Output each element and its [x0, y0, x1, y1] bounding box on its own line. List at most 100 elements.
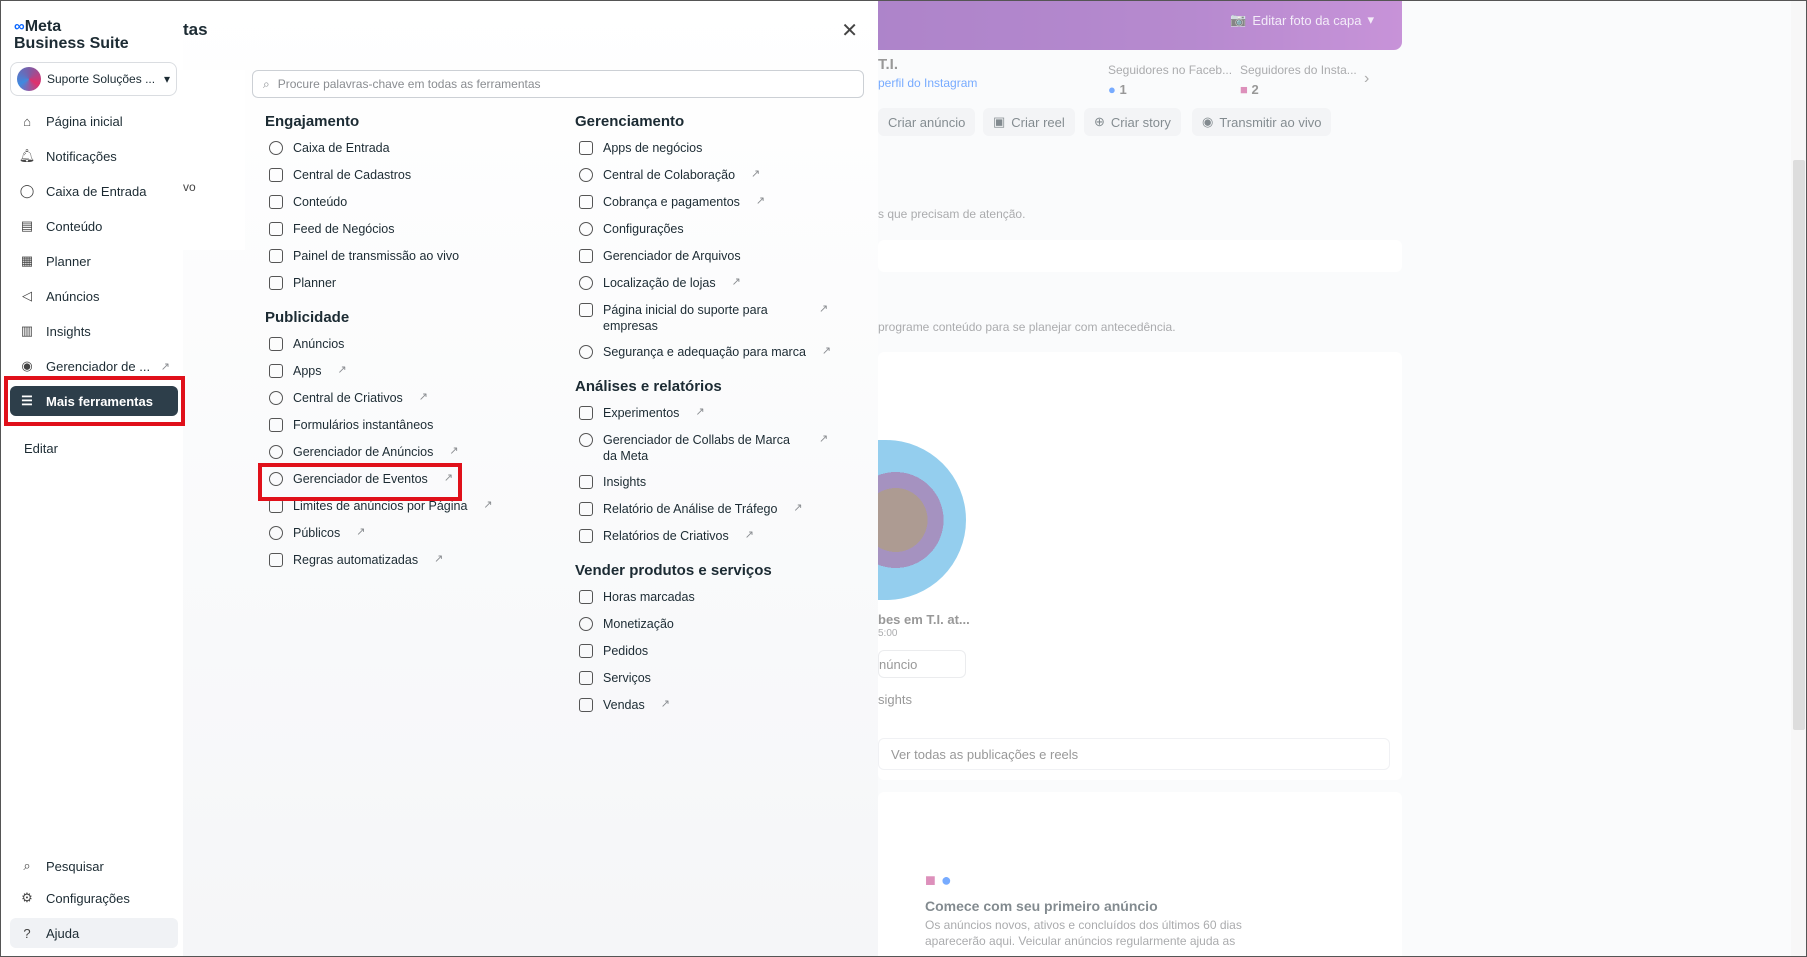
- sidebar-edit[interactable]: Editar: [16, 433, 184, 463]
- external-link-icon: ↗: [731, 276, 741, 288]
- meta-infinity-icon: ∞: [14, 18, 25, 35]
- support-shield-icon: [579, 303, 593, 317]
- close-icon[interactable]: ✕: [841, 18, 858, 43]
- sidebar-item-inbox[interactable]: ◯ Caixa de Entrada: [10, 176, 178, 206]
- bell-icon: [579, 671, 593, 685]
- tool-insights[interactable]: Insights: [575, 474, 845, 501]
- ads-manager-icon: ◉: [21, 358, 33, 373]
- tool-limites-de-anuncios[interactable]: Limites de anúncios por Página ↗: [265, 498, 545, 525]
- external-link-icon: ↗: [356, 526, 366, 538]
- cube-icon: [579, 141, 593, 155]
- tool-caixa-de-entrada[interactable]: Caixa de Entrada: [265, 140, 545, 167]
- section-analises-title: Análises e relatórios: [575, 378, 722, 395]
- overlay-dim: [878, 0, 1807, 957]
- tool-central-de-criativos[interactable]: Central de Criativos ↗: [265, 390, 545, 417]
- tool-painel-transmissao[interactable]: Painel de transmissão ao vivo: [265, 248, 545, 275]
- account-switcher[interactable]: Suporte Soluções ... ▾: [10, 62, 177, 96]
- sidebar-item-notifications[interactable]: 🔔︎ Notificações: [10, 141, 178, 171]
- chat-icon: [269, 141, 283, 155]
- external-link-icon: ↗: [434, 553, 444, 565]
- tool-feed-de-negocios[interactable]: Feed de Negócios: [265, 221, 545, 248]
- audience-icon: [269, 526, 283, 540]
- sidebar-item-content[interactable]: ▤ Conteúdo: [10, 211, 178, 241]
- external-link-icon: ↗: [821, 345, 832, 357]
- bar-chart-icon: ▥: [20, 323, 34, 338]
- tools-column-right: Gerenciamento Apps de negócios Central d…: [575, 112, 845, 724]
- tool-publicos[interactable]: Públicos ↗: [265, 525, 545, 552]
- location-icon: [579, 276, 593, 290]
- tool-anuncios[interactable]: Anúncios: [265, 336, 545, 363]
- live-panel-icon: [269, 249, 283, 263]
- panel-title: tas: [183, 20, 208, 39]
- tool-gerenciador-de-arquivos[interactable]: Gerenciador de Arquivos: [575, 248, 845, 275]
- calendar-icon: ▦: [20, 253, 34, 268]
- strip-text: vo: [183, 180, 196, 194]
- sidebar-item-settings[interactable]: ⚙ Configurações: [10, 883, 178, 913]
- sidebar-item-help[interactable]: ? Ajuda: [10, 918, 178, 948]
- tool-conteudo[interactable]: Conteúdo: [265, 194, 545, 221]
- truck-icon: [579, 644, 593, 658]
- left-sidebar: ∞Meta Business Suite Suporte Soluções ..…: [0, 0, 183, 957]
- highlight-more-tools: [4, 376, 185, 426]
- sidebar-item-ads[interactable]: ◁ Anúncios: [10, 281, 178, 311]
- external-link-icon: ↗: [337, 364, 347, 376]
- external-link-icon: ↗: [695, 406, 705, 418]
- tool-configuracoes[interactable]: Configurações: [575, 221, 845, 248]
- id-card-icon: [269, 168, 283, 182]
- account-name: Suporte Soluções ...: [47, 72, 156, 86]
- tool-relatorios-criativos[interactable]: Relatórios de Criativos ↗: [575, 528, 845, 555]
- section-engajamento-title: Engajamento: [265, 113, 360, 130]
- external-link-icon: ↗: [755, 195, 766, 207]
- handshake-icon: [579, 433, 593, 447]
- bar-chart-icon: [579, 475, 593, 489]
- chat-icon: ◯: [19, 183, 35, 198]
- calendar-icon: [269, 276, 283, 290]
- tool-vendas[interactable]: Vendas ↗: [575, 697, 845, 724]
- phone-icon: [269, 364, 283, 378]
- bell-icon: 🔔︎: [18, 148, 36, 163]
- sidebar-item-home[interactable]: ⌂ Página inicial: [10, 106, 178, 136]
- search-placeholder: Procure palavras-chave em todas as ferra…: [277, 77, 541, 91]
- section-vender-title: Vender produtos e serviços: [575, 562, 772, 579]
- tool-central-de-cadastros[interactable]: Central de Cadastros: [265, 167, 545, 194]
- external-link-icon: ↗: [660, 698, 670, 710]
- appointments-icon: [579, 590, 593, 604]
- feed-icon: [269, 222, 283, 236]
- tool-localizacao-de-lojas[interactable]: Localização de lojas ↗: [575, 275, 845, 302]
- tools-column-left: Engajamento Caixa de Entrada Central de …: [265, 112, 545, 579]
- tool-collabs-marca[interactable]: Gerenciador de Collabs de Marca da Meta ↗: [575, 432, 845, 474]
- megaphone-icon: [269, 337, 283, 351]
- external-link-icon: ↗: [483, 499, 493, 511]
- sidebar-item-insights[interactable]: ▥ Insights: [10, 316, 178, 346]
- gear-icon: [579, 222, 593, 236]
- tool-suporte-empresas[interactable]: Página inicial do suporte para empresas ↗: [575, 302, 845, 344]
- home-icon: ⌂: [23, 113, 31, 129]
- tools-search-input[interactable]: ⌕ Procure palavras-chave em todas as fer…: [252, 70, 864, 98]
- image-icon: [579, 529, 593, 543]
- search-icon: ⌕: [23, 858, 31, 873]
- tool-experimentos[interactable]: Experimentos ↗: [575, 405, 845, 432]
- avatar: [17, 67, 41, 91]
- rules-icon: [269, 553, 283, 567]
- external-link-icon: ↗: [819, 303, 829, 315]
- tool-planner[interactable]: Planner: [265, 275, 545, 302]
- tool-monetizacao[interactable]: Monetização: [575, 616, 845, 643]
- tool-pedidos[interactable]: Pedidos: [575, 643, 845, 670]
- meta-business-suite-logo[interactable]: ∞Meta Business Suite: [14, 18, 129, 52]
- tool-servicos[interactable]: Serviços: [575, 670, 845, 697]
- caret-down-icon: ▾: [163, 72, 170, 86]
- tool-apps[interactable]: Apps ↗: [265, 363, 545, 390]
- traffic-icon: [579, 502, 593, 516]
- tool-cobranca[interactable]: Cobrança e pagamentos ↗: [575, 194, 845, 221]
- tool-seguranca-marca[interactable]: Segurança e adequação para marca ↗: [575, 344, 845, 371]
- content-icon: ▤: [20, 218, 34, 233]
- tool-horas-marcadas[interactable]: Horas marcadas: [575, 589, 845, 616]
- palette-icon: [269, 391, 283, 405]
- tool-central-de-colaboracao[interactable]: Central de Colaboração ↗: [575, 167, 845, 194]
- tool-analise-trafego[interactable]: Relatório de Análise de Tráfego ↗: [575, 501, 845, 528]
- tool-formularios-instantaneos[interactable]: Formulários instantâneos: [265, 417, 545, 444]
- sidebar-item-search[interactable]: ⌕ Pesquisar: [10, 851, 178, 881]
- tool-apps-de-negocios[interactable]: Apps de negócios: [575, 140, 845, 167]
- sidebar-item-planner[interactable]: ▦ Planner: [10, 246, 178, 276]
- tool-regras-automatizadas[interactable]: Regras automatizadas ↗: [265, 552, 545, 579]
